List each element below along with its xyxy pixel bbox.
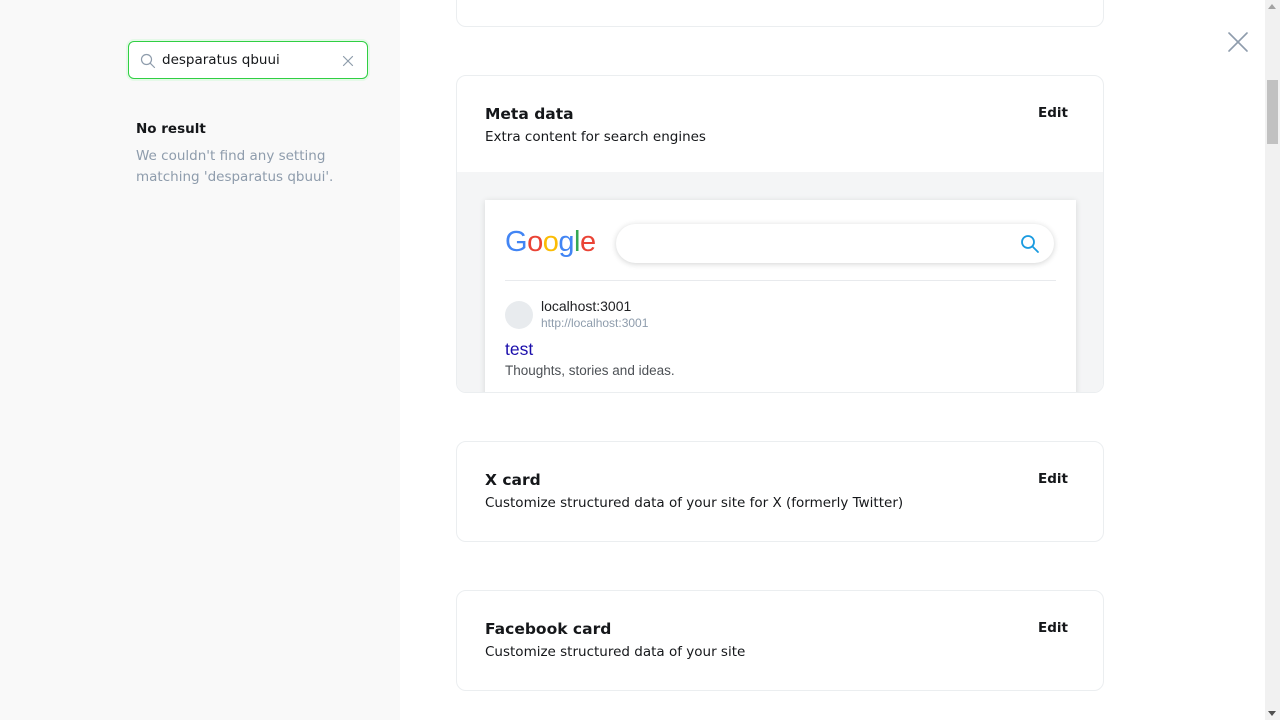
facebook-card-settings: Facebook card Customize structured data … xyxy=(456,590,1104,691)
divider xyxy=(505,280,1056,281)
google-logo-letter: o xyxy=(542,226,559,258)
google-logo-letter: g xyxy=(558,226,574,258)
x-card-edit-button[interactable]: Edit xyxy=(1038,471,1068,487)
meta-data-card: Meta data Extra content for search engin… xyxy=(456,75,1104,393)
search-preview-area: Google localhost:3001 http://localhost:3… xyxy=(457,172,1103,392)
google-logo-letter: G xyxy=(505,226,528,258)
x-card-title: X card xyxy=(485,471,541,489)
google-logo-letter: o xyxy=(527,226,543,258)
page-scrollbar[interactable] xyxy=(1265,0,1280,720)
google-logo-letter: e xyxy=(579,226,596,258)
facebook-card-title: Facebook card xyxy=(485,620,612,638)
preview-site-url: http://localhost:3001 xyxy=(541,316,649,330)
google-search-preview: Google localhost:3001 http://localhost:3… xyxy=(485,200,1076,392)
previous-settings-card xyxy=(456,0,1104,27)
google-search-bar xyxy=(616,224,1054,263)
no-result-message: We couldn't find any setting matching 'd… xyxy=(136,148,334,185)
facebook-card-description: Customize structured data of your site xyxy=(485,644,746,660)
clear-search-icon[interactable] xyxy=(342,55,354,67)
x-card-settings: X card Customize structured data of your… xyxy=(456,441,1104,542)
x-card-description: Customize structured data of your site f… xyxy=(485,495,904,511)
facebook-card-edit-button[interactable]: Edit xyxy=(1038,620,1068,636)
settings-search-box[interactable] xyxy=(128,41,368,79)
preview-result-title: test xyxy=(505,339,534,359)
close-icon[interactable] xyxy=(1226,30,1250,54)
search-icon xyxy=(140,53,156,69)
meta-data-description: Extra content for search engines xyxy=(485,129,706,145)
settings-sidebar: No result We couldn't find any setting m… xyxy=(0,0,400,720)
no-result-title: No result xyxy=(136,121,206,137)
scroll-up-icon[interactable] xyxy=(1268,4,1276,9)
site-favicon xyxy=(505,301,533,329)
search-icon xyxy=(1021,235,1039,253)
preview-result-description: Thoughts, stories and ideas. xyxy=(505,363,675,378)
meta-data-title: Meta data xyxy=(485,105,574,123)
scroll-down-icon[interactable] xyxy=(1268,711,1276,716)
preview-site-name: localhost:3001 xyxy=(541,298,632,314)
settings-search-input[interactable] xyxy=(162,42,332,78)
scrollbar-thumb[interactable] xyxy=(1267,80,1278,144)
google-logo: Google xyxy=(505,226,596,259)
meta-data-edit-button[interactable]: Edit xyxy=(1038,105,1068,121)
